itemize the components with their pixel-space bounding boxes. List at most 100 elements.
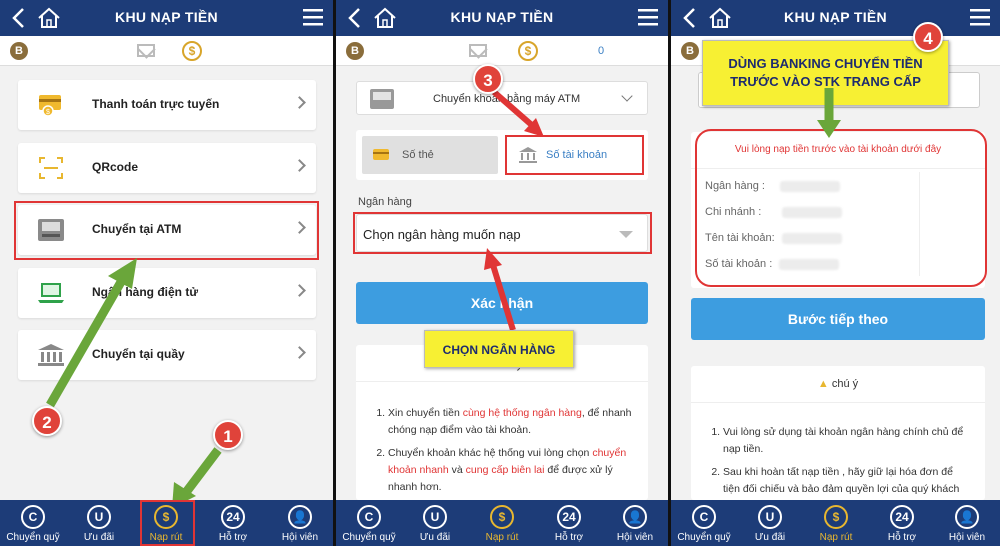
next-step-button[interactable]: Bước tiếp theo	[691, 298, 985, 340]
nav-dollar-icon: $	[490, 505, 514, 529]
dollar-icon[interactable]: $	[182, 41, 202, 61]
bottom-nav: C Chuyển quỹ U Ưu đãi $ Nạp rút 24 Hỗ trợ 👤 H…	[671, 500, 1000, 546]
menu-item-qrcode[interactable]: QRcode	[18, 143, 316, 193]
coin-b-icon: B	[346, 42, 364, 60]
menu-item-internet-banking[interactable]: Ngân hàng điện tử	[18, 268, 316, 318]
highlight-nav-deposit	[140, 500, 195, 546]
menu-item-label: QRcode	[92, 160, 139, 174]
confirm-button[interactable]: Xác nhận	[356, 282, 648, 324]
nav-label: Hỗ trợ	[218, 532, 248, 543]
app-header: KHU NẠP TIỀN	[671, 0, 1000, 36]
nav-u-icon: U	[423, 505, 447, 529]
svg-text:$: $	[46, 109, 50, 116]
menu-item-label: Chuyển tại quầy	[92, 347, 185, 361]
nav-user-icon: 👤	[288, 505, 312, 529]
tab-label: Số thẻ	[402, 149, 434, 161]
menu-item-counter-transfer[interactable]: Chuyển tại quầy	[18, 330, 316, 380]
nav-label: Hỗ trợ	[887, 532, 917, 543]
nav-user-icon: 👤	[623, 505, 647, 529]
tutorial-screenshot: KHU NẠP TIỀN B $ $ Thanh toán trực tuyến…	[0, 0, 1000, 546]
note-choose-bank: CHỌN NGÂN HÀNG	[424, 330, 574, 368]
notice-item: Sau khi hoàn tất nạp tiền , hãy giữ lại …	[723, 464, 971, 498]
page-title: KHU NẠP TIỀN	[115, 9, 218, 25]
tab-card-number[interactable]: Số thẻ	[362, 136, 498, 174]
nav-support-24-icon: 24	[890, 505, 914, 529]
nav-label: Hội viên	[281, 532, 319, 543]
card-icon: $	[39, 95, 61, 117]
nav-label: Hội viên	[948, 532, 986, 543]
nav-fund-transfer[interactable]: C Chuyển quỹ	[0, 500, 66, 546]
nav-label: Chuyển quỹ	[6, 532, 60, 543]
chevron-right-icon	[293, 284, 306, 297]
nav-support[interactable]: 24 Hỗ trợ	[536, 500, 602, 546]
notice-item: Xin chuyển tiền cùng hệ thống ngân hàng,…	[388, 405, 634, 439]
method-select-value: Chuyển khoản bằng máy ATM	[433, 93, 581, 105]
nav-c-icon: C	[692, 505, 716, 529]
page-title: KHU NẠP TIỀN	[450, 9, 554, 25]
bank-label: Ngân hàng	[358, 196, 412, 208]
notice-title: ▲ chú ý	[817, 378, 859, 390]
notice-list: Vui lòng sử dụng tài khoản ngân hàng chí…	[723, 424, 971, 498]
highlight-atm	[14, 201, 319, 260]
step-badge-4: 4	[913, 22, 943, 52]
step-badge-2: 2	[32, 406, 62, 436]
highlight-account-tab	[505, 135, 644, 175]
chevron-right-icon	[293, 159, 306, 172]
nav-label: Chuyển quỹ	[677, 532, 731, 543]
notice-item: Vui lòng sử dụng tài khoản ngân hàng chí…	[723, 424, 971, 458]
coin-b-icon: B	[10, 42, 28, 60]
notice-list: Xin chuyển tiền cùng hệ thống ngân hàng,…	[388, 405, 634, 496]
nav-fund-transfer[interactable]: C Chuyển quỹ	[336, 500, 402, 546]
card-icon	[373, 149, 389, 160]
nav-c-icon: C	[357, 505, 381, 529]
laptop-icon	[38, 283, 64, 303]
panel-atm-transfer: KHU NẠP TIỀN B $ 0 Chuyển khoản bằng máy…	[336, 0, 668, 546]
hamburger-menu-icon[interactable]	[638, 8, 658, 26]
hamburger-menu-icon[interactable]	[970, 8, 990, 26]
note-line: DÙNG BANKING CHUYỂN TIỀN	[728, 56, 923, 71]
hamburger-menu-icon[interactable]	[303, 8, 323, 26]
nav-u-icon: U	[87, 505, 111, 529]
app-header: KHU NẠP TIỀN	[0, 0, 333, 36]
nav-support-24-icon: 24	[557, 505, 581, 529]
chevron-right-icon	[293, 96, 306, 109]
balance-value: 0	[598, 45, 605, 57]
app-header: KHU NẠP TIỀN	[336, 0, 668, 36]
status-bar: B $	[0, 36, 333, 66]
note-line: TRƯỚC VÀO STK TRANG CẤP	[730, 74, 921, 89]
nav-fund-transfer[interactable]: C Chuyển quỹ	[671, 500, 737, 546]
notice-card: ▲ chú ý Vui lòng sử dụng tài khoản ngân …	[691, 366, 985, 500]
method-select[interactable]: Chuyển khoản bằng máy ATM	[356, 81, 648, 115]
nav-user-icon: 👤	[955, 505, 979, 529]
nav-label: Ưu đãi	[419, 532, 451, 543]
step-badge-3: 3	[473, 64, 503, 94]
nav-label: Hỗ trợ	[554, 532, 584, 543]
nav-member[interactable]: 👤 Hội viên	[267, 500, 333, 546]
coin-b-icon: B	[681, 42, 699, 60]
menu-item-online-payment[interactable]: $ Thanh toán trực tuyến	[18, 80, 316, 130]
warning-icon: ▲	[817, 378, 829, 390]
bank-icon	[38, 344, 64, 366]
mail-icon[interactable]	[137, 44, 155, 57]
status-bar: B $ 0	[336, 36, 668, 66]
nav-member[interactable]: 👤 Hội viên	[934, 500, 1000, 546]
nav-deposit-withdraw[interactable]: $ Nạp rút	[803, 500, 869, 546]
nav-deposit-withdraw[interactable]: $ Nạp rút	[469, 500, 535, 546]
nav-c-icon: C	[21, 505, 45, 529]
nav-promotions[interactable]: U Ưu đãi	[737, 500, 803, 546]
note-banking-transfer: DÙNG BANKING CHUYỂN TIỀN TRƯỚC VÀO STK T…	[702, 40, 949, 106]
step-badge-1: 1	[213, 420, 243, 450]
dollar-icon[interactable]: $	[518, 41, 538, 61]
page-title: KHU NẠP TIỀN	[784, 9, 887, 25]
nav-label: Nạp rút	[819, 532, 853, 543]
mail-icon[interactable]	[469, 44, 487, 57]
nav-support[interactable]: 24 Hỗ trợ	[200, 500, 266, 546]
nav-u-icon: U	[758, 505, 782, 529]
nav-promotions[interactable]: U Ưu đãi	[66, 500, 132, 546]
nav-member[interactable]: 👤 Hội viên	[602, 500, 668, 546]
highlight-account-info	[695, 129, 987, 287]
chevron-down-icon	[621, 90, 633, 102]
notice-item: Chuyển khoản khác hệ thống vui lòng chọn…	[388, 445, 634, 496]
nav-promotions[interactable]: U Ưu đãi	[402, 500, 468, 546]
nav-support[interactable]: 24 Hỗ trợ	[869, 500, 935, 546]
